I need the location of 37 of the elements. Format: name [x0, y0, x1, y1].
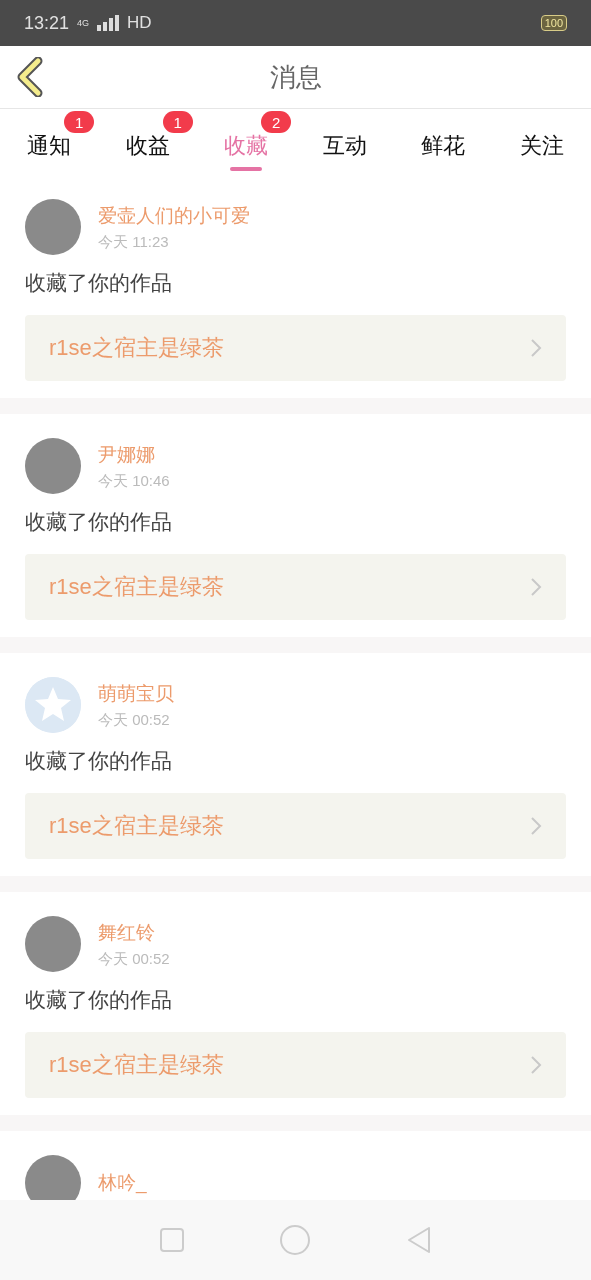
network-type: 4G — [77, 18, 90, 28]
message-text: 收藏了你的作品 — [25, 509, 173, 535]
message-time: 今天 00:52 — [98, 710, 171, 730]
user-name: 萌萌宝贝 — [98, 681, 174, 706]
count-badge: 2 — [261, 111, 292, 133]
message-time: 今天 00:52 — [98, 949, 170, 969]
chevron-icon — [530, 338, 542, 358]
tab[interactable]: 互动 — [295, 109, 394, 172]
tab[interactable]: 收藏 2 — [197, 109, 296, 172]
signal-icon — [97, 15, 120, 31]
avatar-photo-placeholder — [25, 1155, 81, 1200]
user-name: 尹娜娜 — [98, 442, 156, 467]
status-time: 13:21 — [24, 12, 70, 34]
page-title: 消息 — [269, 60, 322, 94]
message-time: 今天 10:46 — [98, 471, 170, 491]
tab[interactable]: 通知 1 — [0, 109, 99, 172]
hd-indicator: HD — [127, 13, 152, 33]
message-text: 收藏了你的作品 — [25, 270, 173, 296]
count-badge: 1 — [162, 111, 193, 133]
chevron-icon — [530, 816, 542, 836]
battery-indicator: 100 — [540, 15, 567, 31]
avatar-photo-placeholder — [25, 438, 81, 494]
tab[interactable]: 收益 1 — [98, 109, 197, 172]
message-time: 今天 11:23 — [98, 232, 170, 252]
count-badge: 1 — [64, 111, 95, 133]
chevron-icon — [530, 577, 542, 597]
tab[interactable]: 关注 — [492, 109, 591, 172]
user-name: 舞红铃 — [98, 920, 156, 945]
message-text: 收藏了你的作品 — [25, 987, 173, 1013]
avatar-photo-placeholder — [25, 916, 81, 972]
user-name: 爱壶人们的小可爱 — [98, 203, 250, 228]
home-icon[interactable] — [279, 1224, 312, 1256]
avatar-photo-placeholder — [25, 199, 81, 255]
message-text: 收藏了你的作品 — [25, 748, 173, 774]
user-name: 林吟_ — [98, 1171, 147, 1196]
tab[interactable]: 鲜花 — [394, 109, 493, 172]
chevron-icon — [530, 1055, 542, 1075]
